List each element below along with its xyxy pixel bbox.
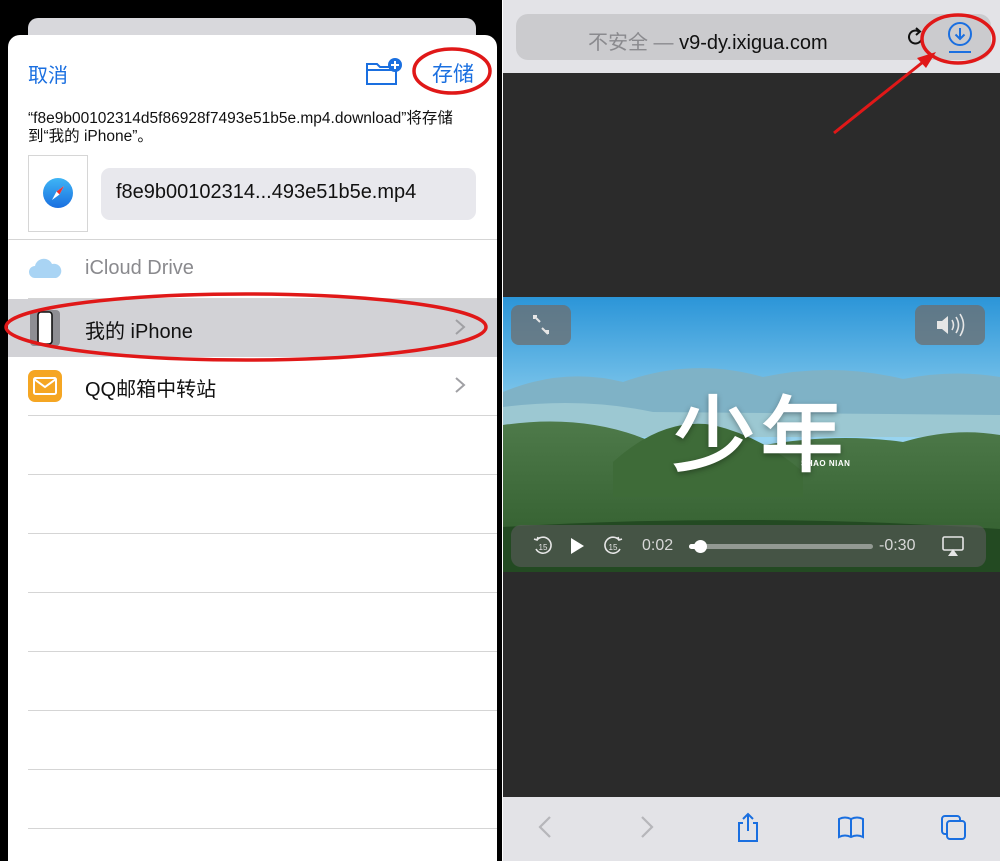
save-sheet-panel: 取消 存储 “f8e9b00102314d5f86928f7493e51b5e.… [0, 0, 502, 861]
back-icon[interactable] [531, 811, 561, 843]
location-label: iCloud Drive [85, 257, 194, 279]
location-row-qq-mail[interactable]: QQ邮箱中转站 [8, 357, 497, 415]
expand-icon [533, 315, 549, 335]
empty-row-divider [28, 710, 497, 711]
empty-row-divider [28, 651, 497, 652]
new-folder-icon[interactable] [364, 57, 404, 87]
location-label: 我的 iPhone [85, 321, 193, 343]
empty-row-divider [28, 533, 497, 534]
progress-track[interactable] [689, 540, 873, 553]
divider [8, 239, 497, 240]
playback-controls: 15 15 0:02 -0:30 [511, 525, 986, 567]
elapsed-time: 0:02 [642, 537, 674, 554]
browser-toolbar [503, 797, 1000, 861]
file-name-field[interactable]: f8e9b00102314...493e51b5e.mp4 [101, 168, 476, 220]
divider [28, 415, 497, 416]
forward-icon[interactable] [631, 811, 661, 843]
scrubber-handle[interactable] [694, 540, 708, 553]
empty-row-divider [28, 592, 497, 593]
skip-forward-seconds: 15 [609, 543, 618, 552]
share-icon[interactable] [733, 811, 763, 843]
tabs-icon[interactable] [938, 811, 968, 843]
location-label: QQ邮箱中转站 [85, 379, 217, 401]
video-title: 少年 [673, 388, 850, 484]
mail-icon [28, 370, 62, 402]
file-name-text: f8e9b00102314...493e51b5e.mp4 [116, 181, 417, 203]
url-field[interactable]: 不安全 — v9-dy.ixigua.com [516, 14, 991, 60]
insecure-label: 不安全 — [588, 32, 680, 54]
icloud-icon [29, 258, 62, 278]
address-bar: 不安全 — v9-dy.ixigua.com [503, 0, 1000, 73]
skip-forward-icon[interactable]: 15 [601, 534, 625, 558]
browser-panel: 不安全 — v9-dy.ixigua.com 少年 SHAO NIAN 15 1… [503, 0, 1000, 861]
empty-row-divider [28, 769, 497, 770]
video-player[interactable]: 少年 SHAO NIAN 15 15 0:02 -0:30 [503, 297, 1000, 572]
safari-icon [43, 178, 73, 208]
location-row-icloud: iCloud Drive [8, 241, 497, 299]
url-text: 不安全 — v9-dy.ixigua.com [588, 26, 828, 55]
skip-back-icon[interactable]: 15 [531, 534, 555, 558]
cancel-button[interactable]: 取消 [28, 59, 68, 88]
url-host: v9-dy.ixigua.com [679, 32, 828, 54]
empty-row-divider [28, 828, 497, 829]
save-message: “f8e9b00102314d5f86928f7493e51b5e.mp4.do… [28, 110, 453, 145]
location-row-my-iphone[interactable]: 我的 iPhone [8, 299, 497, 357]
fullscreen-button[interactable] [511, 305, 571, 345]
chevron-right-icon [455, 377, 466, 393]
save-dialog: 取消 存储 “f8e9b00102314d5f86928f7493e51b5e.… [8, 35, 497, 861]
skip-back-seconds: 15 [539, 543, 548, 552]
bookmarks-icon[interactable] [836, 811, 866, 843]
remaining-time: -0:30 [879, 537, 916, 554]
iphone-icon [30, 310, 60, 346]
empty-row-divider [28, 474, 497, 475]
mute-button[interactable] [915, 305, 985, 345]
airplay-icon[interactable] [941, 534, 965, 558]
save-button[interactable]: 存储 [432, 58, 474, 88]
video-subtitle: SHAO NIAN [801, 459, 851, 468]
file-thumbnail [28, 155, 88, 232]
volume-icon [937, 313, 965, 337]
chevron-right-icon [455, 319, 466, 335]
download-icon[interactable] [945, 21, 975, 55]
play-icon[interactable] [567, 534, 587, 558]
reload-icon[interactable] [905, 26, 927, 48]
